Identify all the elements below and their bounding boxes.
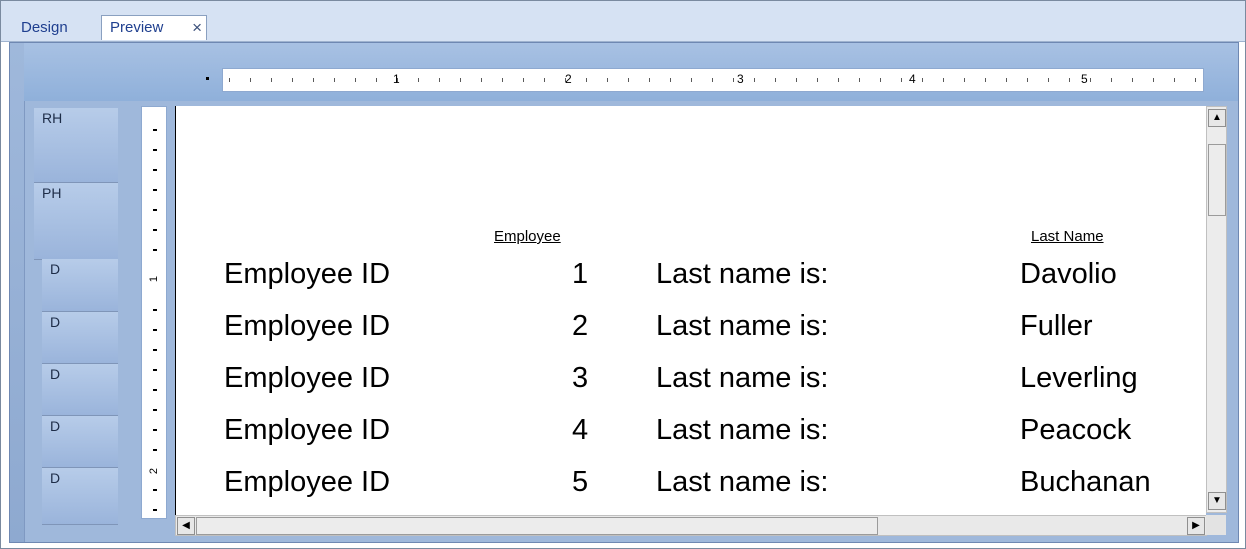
ruler-ticks (229, 78, 1197, 82)
horizontal-scrollbar[interactable]: ◀ ▶ (175, 515, 1207, 536)
report-designer-window: Design Preview × 1 2 3 4 5 RH PH D D D D… (0, 0, 1246, 549)
ruler-number: 5 (1081, 72, 1088, 86)
last-name-label: Last name is: (656, 310, 829, 342)
ruler-tick (153, 429, 157, 431)
ruler-tick (153, 489, 157, 491)
ruler-tick (153, 149, 157, 151)
tab-preview[interactable]: Preview × (101, 15, 207, 40)
employee-id-value: 2 (572, 310, 589, 342)
section-label: D (50, 418, 61, 434)
section-detail[interactable]: D (42, 259, 118, 312)
last-name-value: Davolio (1020, 258, 1117, 290)
report-row: Employee ID 5 Last name is: Buchanan (176, 466, 1206, 516)
vertical-ruler: 1 2 (141, 106, 167, 519)
last-name-value: Peacock (1020, 414, 1132, 446)
section-label: D (50, 261, 61, 277)
section-bar: RH PH D D D D D (34, 108, 138, 531)
last-name-label: Last name is: (656, 362, 829, 394)
vertical-scrollbar[interactable]: ▲ ▼ (1206, 106, 1227, 513)
employee-id-value: 1 (572, 258, 589, 290)
employee-id-value: 4 (572, 414, 589, 446)
tab-preview-label: Preview (110, 19, 164, 36)
left-gutter (10, 43, 25, 542)
section-page-header[interactable]: PH (34, 183, 118, 260)
ruler-tick (153, 369, 157, 371)
scroll-right-icon[interactable]: ▶ (1187, 517, 1205, 535)
section-detail[interactable]: D (42, 416, 118, 468)
last-name-label: Last name is: (656, 466, 829, 498)
header-employee: Employee (494, 228, 561, 245)
ruler-number: 2 (565, 72, 572, 86)
section-label: D (50, 314, 61, 330)
employee-id-label: Employee ID (224, 362, 391, 394)
ruler-origin-dot (206, 77, 209, 80)
section-detail[interactable]: D (42, 312, 118, 364)
ruler-tick (153, 169, 157, 171)
ruler-number: 2 (148, 467, 161, 475)
report-preview-page: Employee Last Name Employee ID 1 Last na… (175, 106, 1206, 524)
ruler-tick (153, 189, 157, 191)
ruler-tick (153, 309, 157, 311)
ruler-number: 1 (393, 72, 400, 86)
ruler-tick (153, 249, 157, 251)
ruler-tick (153, 349, 157, 351)
report-row: Employee ID 3 Last name is: Leverling (176, 362, 1206, 412)
preview-workspace: 1 2 3 4 5 RH PH D D D D D 1 2 Employee L… (9, 42, 1239, 543)
scroll-up-icon[interactable]: ▲ (1208, 109, 1226, 127)
employee-id-label: Employee ID (224, 466, 391, 498)
tab-design[interactable]: Design (21, 16, 85, 40)
horizontal-ruler: 1 2 3 4 5 (206, 68, 1204, 92)
scroll-down-icon[interactable]: ▼ (1208, 492, 1226, 510)
last-name-value: Buchanan (1020, 466, 1151, 498)
scrollbar-corner (1206, 515, 1226, 535)
report-row: Employee ID 1 Last name is: Davolio (176, 258, 1206, 308)
ruler-number: 4 (909, 72, 916, 86)
employee-id-value: 3 (572, 362, 589, 394)
horizontal-scroll-thumb[interactable] (196, 517, 878, 535)
scroll-left-icon[interactable]: ◀ (177, 517, 195, 535)
section-label: RH (42, 110, 63, 126)
last-name-label: Last name is: (656, 414, 829, 446)
ruler-tick (153, 129, 157, 131)
section-label: D (50, 470, 61, 486)
employee-id-label: Employee ID (224, 414, 391, 446)
vertical-scroll-thumb[interactable] (1208, 144, 1226, 216)
ruler-tick (153, 389, 157, 391)
ruler-tick (153, 209, 157, 211)
tab-bar: Design Preview × (1, 1, 1245, 42)
close-icon[interactable]: × (192, 16, 202, 40)
last-name-value: Leverling (1020, 362, 1138, 394)
tab-design-label: Design (21, 19, 68, 36)
section-report-header[interactable]: RH (34, 108, 118, 183)
section-detail[interactable]: D (42, 364, 118, 416)
section-label: D (50, 366, 61, 382)
last-name-value: Fuller (1020, 310, 1093, 342)
ruler-tick (153, 409, 157, 411)
employee-id-value: 5 (572, 466, 589, 498)
ruler-number: 1 (148, 275, 161, 283)
section-label: PH (42, 185, 62, 201)
employee-id-label: Employee ID (224, 258, 391, 290)
report-row: Employee ID 2 Last name is: Fuller (176, 310, 1206, 360)
ruler-tick (153, 229, 157, 231)
ruler-tick (153, 509, 157, 511)
section-detail[interactable]: D (42, 468, 118, 525)
ruler-tick (153, 329, 157, 331)
header-last-name: Last Name (1031, 228, 1104, 245)
report-row: Employee ID 4 Last name is: Peacock (176, 414, 1206, 464)
ruler-number: 3 (737, 72, 744, 86)
ruler-tick (153, 449, 157, 451)
employee-id-label: Employee ID (224, 310, 391, 342)
last-name-label: Last name is: (656, 258, 829, 290)
